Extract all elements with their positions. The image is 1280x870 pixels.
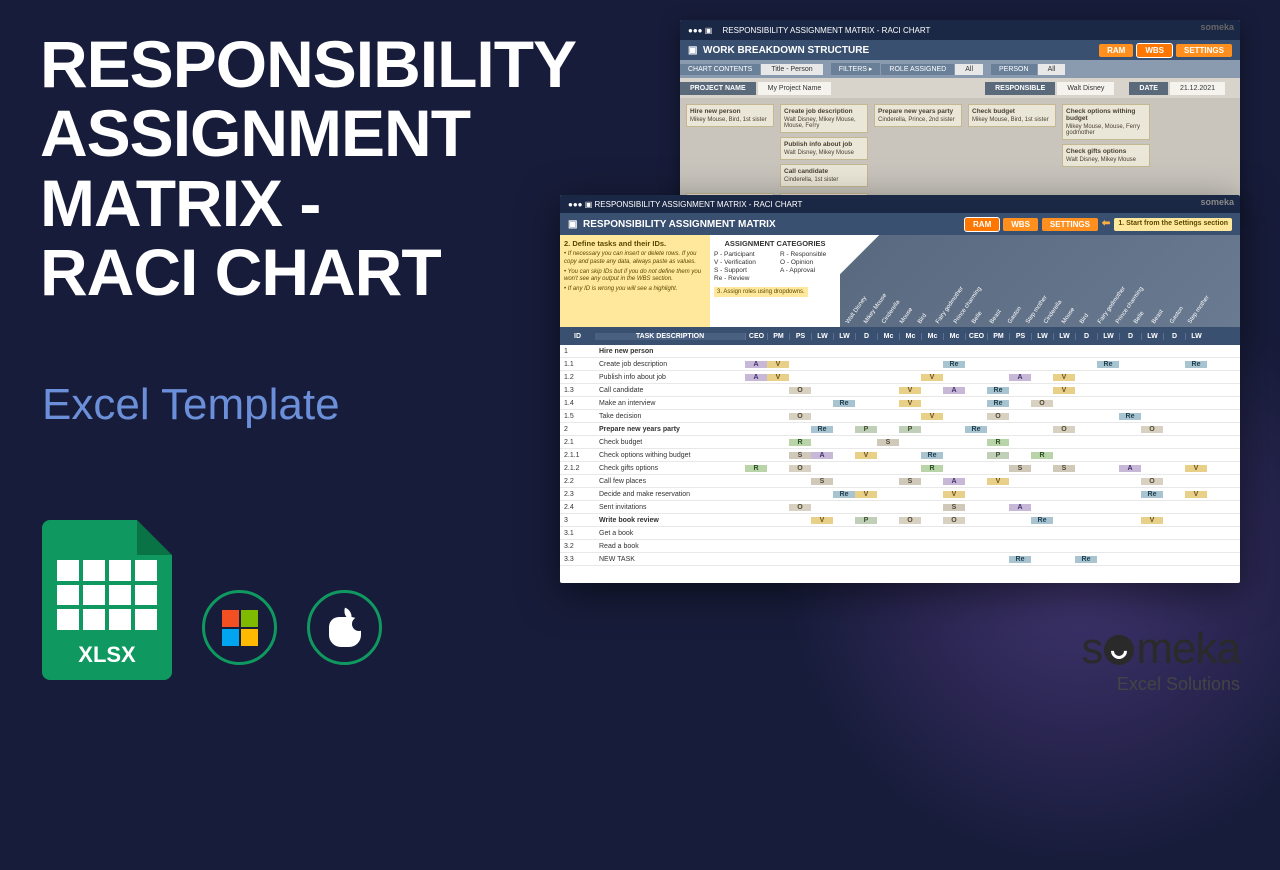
ram-screenshot: ●●● ▣ RESPONSIBILITY ASSIGNMENT MATRIX -… — [560, 195, 1240, 583]
ram-button[interactable]: RAM — [965, 218, 999, 231]
table-row[interactable]: 1.1Create job descriptionAVReReRe — [560, 358, 1240, 371]
wbs-card[interactable]: Check gifts optionsWalt Disney, Mikey Mo… — [1062, 144, 1150, 167]
wbs-card[interactable]: Create job descriptionWalt Disney, Mikey… — [780, 104, 868, 133]
table-row[interactable]: 2.1.1Check options withing budgetSAVRePR — [560, 449, 1240, 462]
settings-button[interactable]: SETTINGS — [1176, 44, 1232, 57]
wbs-card[interactable]: Publish info about jobWalt Disney, Mikey… — [780, 137, 868, 160]
wbs-card[interactable]: Call candidateCinderella, 1st sister — [780, 164, 868, 187]
settings-button[interactable]: SETTINGS — [1042, 218, 1098, 231]
table-row[interactable]: 3.2Read a book — [560, 540, 1240, 553]
table-row[interactable]: 1.2Publish info about jobAVVAV — [560, 371, 1240, 384]
subtitle: Excel Template — [42, 380, 340, 430]
diagonal-header: Walt DisneyMikey MouseCinderellaMouseBir… — [840, 235, 1240, 327]
wbs-card[interactable]: Prepare new years partyCinderella, Princ… — [874, 104, 962, 127]
wbs-button[interactable]: WBS — [1137, 44, 1172, 57]
person-dropdown[interactable]: All — [1038, 64, 1066, 75]
table-row[interactable]: 3.1Get a book — [560, 527, 1240, 540]
wbs-card[interactable]: Check options withing budgetMikey Mouse,… — [1062, 104, 1150, 140]
ram-header-row: ID TASK DESCRIPTION CEOPMPSLWLWDMcMcMcMc… — [560, 327, 1240, 345]
xlsx-file-icon: XLSX — [42, 520, 172, 680]
wbs-button[interactable]: WBS — [1003, 218, 1038, 231]
apple-icon — [307, 590, 382, 665]
table-row[interactable]: 2Prepare new years partyRePPReOO — [560, 423, 1240, 436]
ram-button[interactable]: RAM — [1099, 44, 1133, 57]
table-row[interactable]: 1.5Take decisionOVORe — [560, 410, 1240, 423]
brand-logo: smeka Excel Solutions — [1081, 624, 1240, 695]
contents-dropdown[interactable]: Title - Person — [761, 64, 822, 75]
role-dropdown[interactable]: All — [955, 64, 983, 75]
tips-panel: 2. Define tasks and their IDs. • If nece… — [560, 235, 710, 327]
wbs-screenshot: ●●● ▣ RESPONSIBILITY ASSIGNMENT MATRIX -… — [680, 20, 1240, 220]
table-row[interactable]: 3.3NEW TASKReRe — [560, 553, 1240, 566]
wbs-card[interactable]: Check budgetMikey Mouse, Bird, 1st siste… — [968, 104, 1056, 127]
table-row[interactable]: 2.1.2Check gifts optionsRORSSAV — [560, 462, 1240, 475]
table-row[interactable]: 2.1Check budgetRSR — [560, 436, 1240, 449]
main-title: RESPONSIBILITY ASSIGNMENT MATRIX - RACI … — [40, 30, 576, 307]
legend-panel: ASSIGNMENT CATEGORIES P - ParticipantR -… — [710, 235, 840, 327]
windows-icon — [202, 590, 277, 665]
table-row[interactable]: 1.3Call candidateOVAReV — [560, 384, 1240, 397]
table-row[interactable]: 1Hire new person — [560, 345, 1240, 358]
table-row[interactable]: 2.3Decide and make reservationReVVReV — [560, 488, 1240, 501]
filter-row: CHART CONTENTSTitle - Person FILTERS ▸ R… — [680, 60, 1240, 78]
table-row[interactable]: 2.4Sent invitationsOSA — [560, 501, 1240, 514]
table-row[interactable]: 1.4Make an interviewReVReO — [560, 397, 1240, 410]
table-row[interactable]: 3Write book reviewVPOOReV — [560, 514, 1240, 527]
table-row[interactable]: 2.2Call few placesSSAVO — [560, 475, 1240, 488]
wbs-card[interactable]: Hire new personMikey Mouse, Bird, 1st si… — [686, 104, 774, 127]
